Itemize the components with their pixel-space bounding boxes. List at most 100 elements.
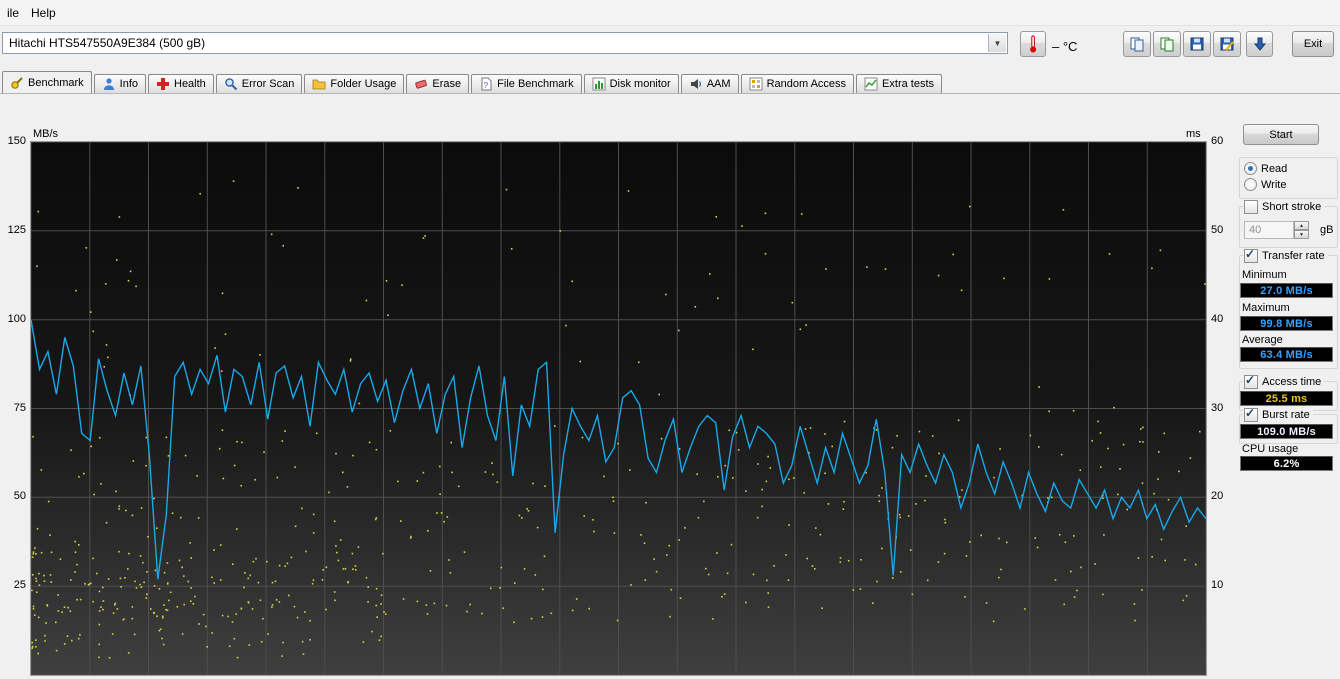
- aam-icon: [689, 77, 703, 91]
- write-label: Write: [1261, 178, 1287, 191]
- tab-info[interactable]: Info: [93, 74, 146, 93]
- minimum-label: Minimum: [1242, 269, 1287, 281]
- tab-label: Error Scan: [241, 78, 295, 90]
- tab-random-access[interactable]: Random Access: [740, 74, 855, 93]
- left-axis-tick-125: 125: [7, 223, 26, 236]
- copy-text-button[interactable]: [1123, 31, 1151, 57]
- short-stroke-row[interactable]: Short stroke: [1243, 200, 1325, 214]
- access-time-value: 25.5 ms: [1240, 391, 1333, 406]
- short-stroke-stepper[interactable]: ▲ ▼: [1294, 221, 1309, 239]
- benchmark-plot: [30, 141, 1207, 676]
- transfer-rate-label: Transfer rate: [1262, 250, 1325, 262]
- benchmark-icon: [10, 76, 24, 90]
- copy-pages-green-icon: [1159, 36, 1175, 52]
- disk-monitor-icon: [592, 77, 606, 91]
- right-axis-tick-20: 20: [1211, 490, 1224, 503]
- menu-file[interactable]: ile: [1, 3, 25, 23]
- tab-aam[interactable]: AAM: [680, 74, 739, 93]
- thermometer-icon: [1027, 34, 1039, 54]
- tab-folder-usage[interactable]: Folder Usage: [304, 74, 405, 93]
- tab-bar: Benchmark Info Health Error Scan Folder Usag…: [0, 71, 1340, 94]
- menu-help[interactable]: Help: [25, 3, 62, 23]
- short-stroke-size-input[interactable]: 40: [1244, 221, 1294, 239]
- maximum-value: 99.8 MB/s: [1240, 316, 1333, 331]
- download-results-button[interactable]: [1246, 31, 1273, 57]
- burst-rate-value: 109.0 MB/s: [1240, 424, 1333, 439]
- chevron-down-icon[interactable]: ▼: [988, 34, 1006, 52]
- tab-label: Erase: [432, 78, 462, 90]
- right-axis-tick-60: 60: [1211, 135, 1224, 147]
- tab-erase[interactable]: Erase: [406, 74, 470, 93]
- save-image-button[interactable]: [1213, 31, 1241, 57]
- tab-disk-monitor[interactable]: Disk monitor: [583, 74, 679, 93]
- right-axis-tick-30: 30: [1211, 401, 1224, 414]
- tab-label: File Benchmark: [497, 78, 574, 90]
- right-axis-tick-10: 10: [1211, 579, 1224, 592]
- tab-label: Folder Usage: [330, 78, 397, 90]
- left-axis-tick-100: 100: [7, 312, 26, 325]
- short-stroke-checkbox[interactable]: [1244, 200, 1258, 214]
- write-radio[interactable]: [1244, 178, 1257, 191]
- folder-icon: [312, 77, 326, 91]
- copy-image-button[interactable]: [1153, 31, 1181, 57]
- tab-label: Health: [174, 78, 206, 90]
- tab-benchmark[interactable]: Benchmark: [2, 71, 92, 93]
- random-access-icon: [749, 77, 763, 91]
- read-radio-row[interactable]: Read: [1243, 162, 1291, 175]
- save-text-button[interactable]: [1183, 31, 1211, 57]
- cpu-usage-label: CPU usage: [1242, 443, 1299, 455]
- tab-label: Disk monitor: [609, 78, 671, 90]
- read-label: Read: [1261, 162, 1288, 175]
- tab-error-scan[interactable]: Error Scan: [215, 74, 303, 93]
- average-value: 63.4 MB/s: [1240, 347, 1333, 362]
- left-axis-tick-25: 25: [13, 579, 26, 592]
- tab-label: Extra tests: [882, 78, 935, 90]
- floppy-disk-icon: [1189, 36, 1205, 52]
- left-axis-tick-150: 150: [7, 135, 26, 147]
- write-radio-row[interactable]: Write: [1243, 178, 1290, 191]
- stepper-up-icon[interactable]: ▲: [1294, 221, 1309, 230]
- left-axis-tick-75: 75: [13, 401, 26, 414]
- right-axis-tick-50: 50: [1211, 223, 1224, 236]
- copy-pages-icon: [1129, 36, 1145, 52]
- short-stroke-label: Short stroke: [1262, 201, 1322, 213]
- left-axis-tick-50: 50: [13, 490, 26, 503]
- benchmark-plot-canvas: [31, 142, 1206, 675]
- erase-icon: [414, 77, 428, 91]
- drive-select[interactable]: Hitachi HTS547550A9E384 (500 gB) ▼: [2, 32, 1008, 54]
- tab-label: Info: [119, 78, 138, 90]
- minimum-value: 27.0 MB/s: [1240, 283, 1333, 298]
- drive-select-value: Hitachi HTS547550A9E384 (500 gB): [9, 36, 206, 50]
- start-button[interactable]: Start: [1243, 124, 1319, 145]
- tab-file-benchmark[interactable]: ? File Benchmark: [471, 74, 582, 93]
- access-time-checkbox[interactable]: [1244, 373, 1258, 389]
- svg-text:?: ?: [484, 81, 489, 90]
- info-icon: [102, 77, 116, 91]
- access-time-row[interactable]: Access time: [1243, 373, 1325, 389]
- file-benchmark-icon: ?: [479, 77, 493, 91]
- transfer-rate-row[interactable]: Transfer rate: [1243, 247, 1328, 263]
- arrow-down-icon: [1252, 36, 1268, 52]
- short-stroke-unit: gB: [1320, 224, 1334, 236]
- maximum-label: Maximum: [1242, 302, 1290, 314]
- error-scan-icon: [224, 77, 238, 91]
- left-axis-unit: MB/s: [33, 128, 59, 140]
- exit-button[interactable]: Exit: [1292, 31, 1334, 57]
- tab-label: Benchmark: [28, 76, 84, 89]
- transfer-rate-checkbox[interactable]: [1244, 247, 1258, 263]
- temperature-button[interactable]: [1020, 31, 1046, 57]
- read-radio[interactable]: [1244, 162, 1257, 175]
- toolbar: Hitachi HTS547550A9E384 (500 gB) ▼ – °C …: [0, 26, 1340, 71]
- stepper-down-icon[interactable]: ▼: [1294, 230, 1309, 239]
- extra-tests-icon: [864, 77, 878, 91]
- burst-rate-label: Burst rate: [1262, 409, 1310, 421]
- tab-health[interactable]: Health: [148, 74, 214, 93]
- floppy-disk-pen-icon: [1219, 36, 1235, 52]
- cpu-usage-value: 6.2%: [1240, 456, 1333, 471]
- burst-rate-row[interactable]: Burst rate: [1243, 406, 1313, 422]
- access-time-label: Access time: [1262, 376, 1322, 388]
- tab-label: AAM: [706, 78, 731, 90]
- burst-rate-checkbox[interactable]: [1244, 406, 1258, 422]
- tab-extra-tests[interactable]: Extra tests: [856, 74, 943, 93]
- health-icon: [156, 77, 170, 91]
